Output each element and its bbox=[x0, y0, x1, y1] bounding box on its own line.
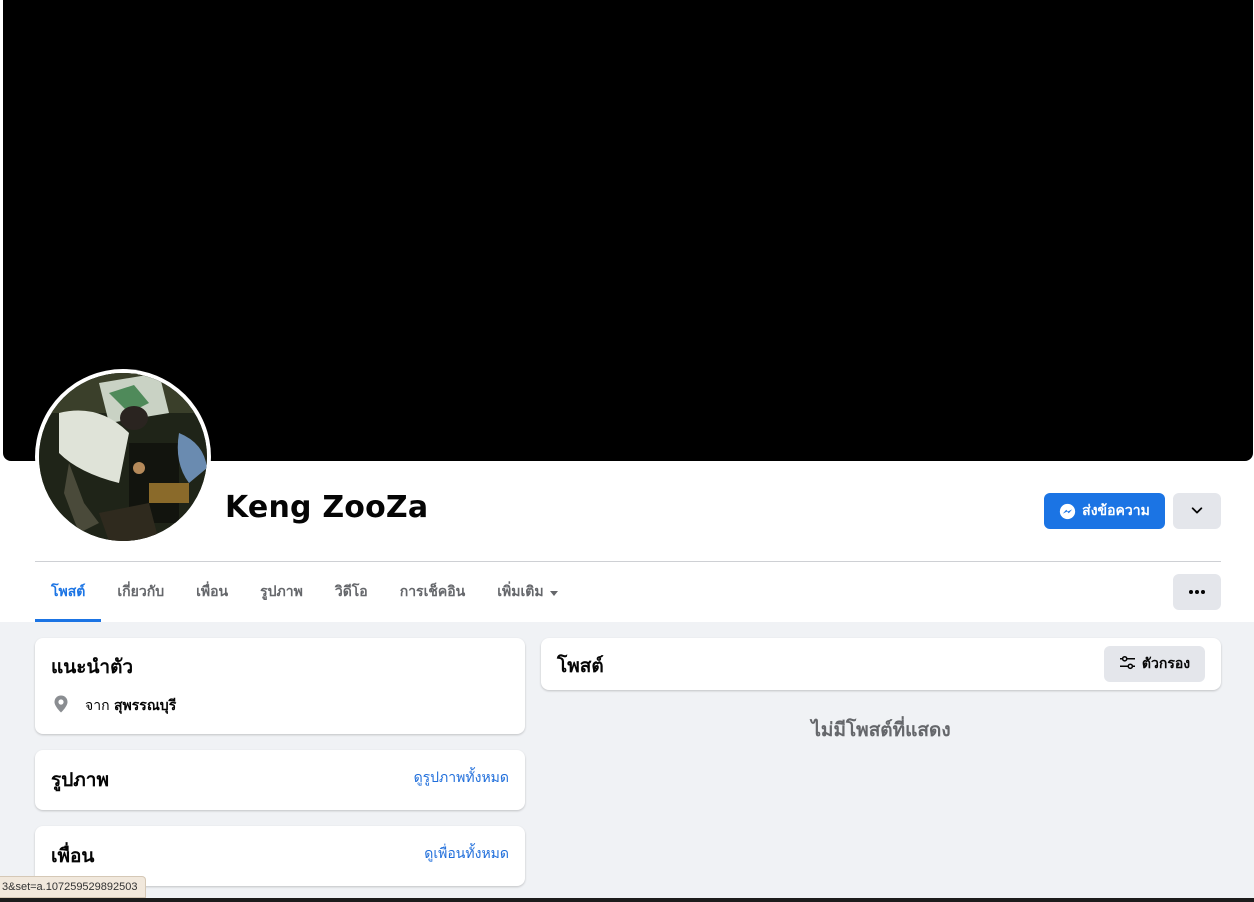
filter-button[interactable]: ตัวกรอง bbox=[1104, 646, 1205, 682]
no-posts-message: ไม่มีโพสต์ที่แสดง bbox=[811, 719, 951, 741]
bottom-edge-bar bbox=[0, 898, 1254, 902]
intro-title: แนะนำตัว bbox=[51, 656, 134, 678]
tab-photos[interactable]: รูปภาพ bbox=[244, 562, 319, 622]
tab-checkins[interactable]: การเช็คอิน bbox=[384, 562, 482, 622]
intro-location-row: จาก สุพรรณบุรี bbox=[51, 694, 176, 718]
profile-name: Keng ZooZa bbox=[225, 490, 429, 525]
filter-label: ตัวกรอง bbox=[1141, 656, 1191, 672]
photos-card: รูปภาพ ดูรูปภาพทั้งหมด bbox=[35, 750, 525, 810]
see-all-friends-link[interactable]: ดูเพื่อนทั้งหมด bbox=[424, 843, 509, 865]
tab-posts[interactable]: โพสต์ bbox=[35, 562, 102, 622]
posts-header-card: โพสต์ ตัวกรอง bbox=[541, 638, 1221, 690]
photos-title: รูปภาพ bbox=[51, 769, 109, 791]
intro-hometown-link[interactable]: สุพรรณบุรี bbox=[114, 698, 176, 714]
filter-sliders-icon bbox=[1119, 655, 1136, 674]
posts-title: โพสต์ bbox=[557, 655, 604, 677]
send-message-label: ส่งข้อความ bbox=[1082, 503, 1150, 519]
caret-down-icon bbox=[549, 590, 558, 596]
see-all-photos-link[interactable]: ดูรูปภาพทั้งหมด bbox=[414, 767, 509, 789]
tab-about[interactable]: เกี่ยวกับ bbox=[101, 562, 180, 622]
profile-options-dropdown-button[interactable] bbox=[1173, 493, 1221, 529]
avatar-photo bbox=[39, 373, 207, 541]
tab-more[interactable]: เพิ่มเติม bbox=[481, 562, 573, 622]
browser-status-url: 3&set=a.107259529892503 bbox=[0, 876, 146, 898]
messenger-icon bbox=[1059, 503, 1076, 520]
send-message-button[interactable]: ส่งข้อความ bbox=[1044, 493, 1165, 529]
tab-videos[interactable]: วิดีโอ bbox=[319, 562, 384, 622]
chevron-down-icon bbox=[1190, 502, 1204, 521]
cover-photo[interactable] bbox=[3, 0, 1253, 461]
tab-friends[interactable]: เพื่อน bbox=[180, 562, 244, 622]
location-pin-icon bbox=[51, 694, 71, 718]
intro-from-prefix: จาก bbox=[85, 698, 110, 714]
profile-tabs: โพสต์ เกี่ยวกับ เพื่อน รูปภาพ วิดีโอ การ… bbox=[35, 562, 574, 622]
avatar[interactable] bbox=[39, 373, 207, 541]
friends-title: เพื่อน bbox=[51, 845, 95, 867]
more-options-button[interactable] bbox=[1173, 574, 1221, 610]
more-dots-icon bbox=[1189, 590, 1205, 594]
intro-card: แนะนำตัว จาก สุพรรณบุรี bbox=[35, 638, 525, 734]
